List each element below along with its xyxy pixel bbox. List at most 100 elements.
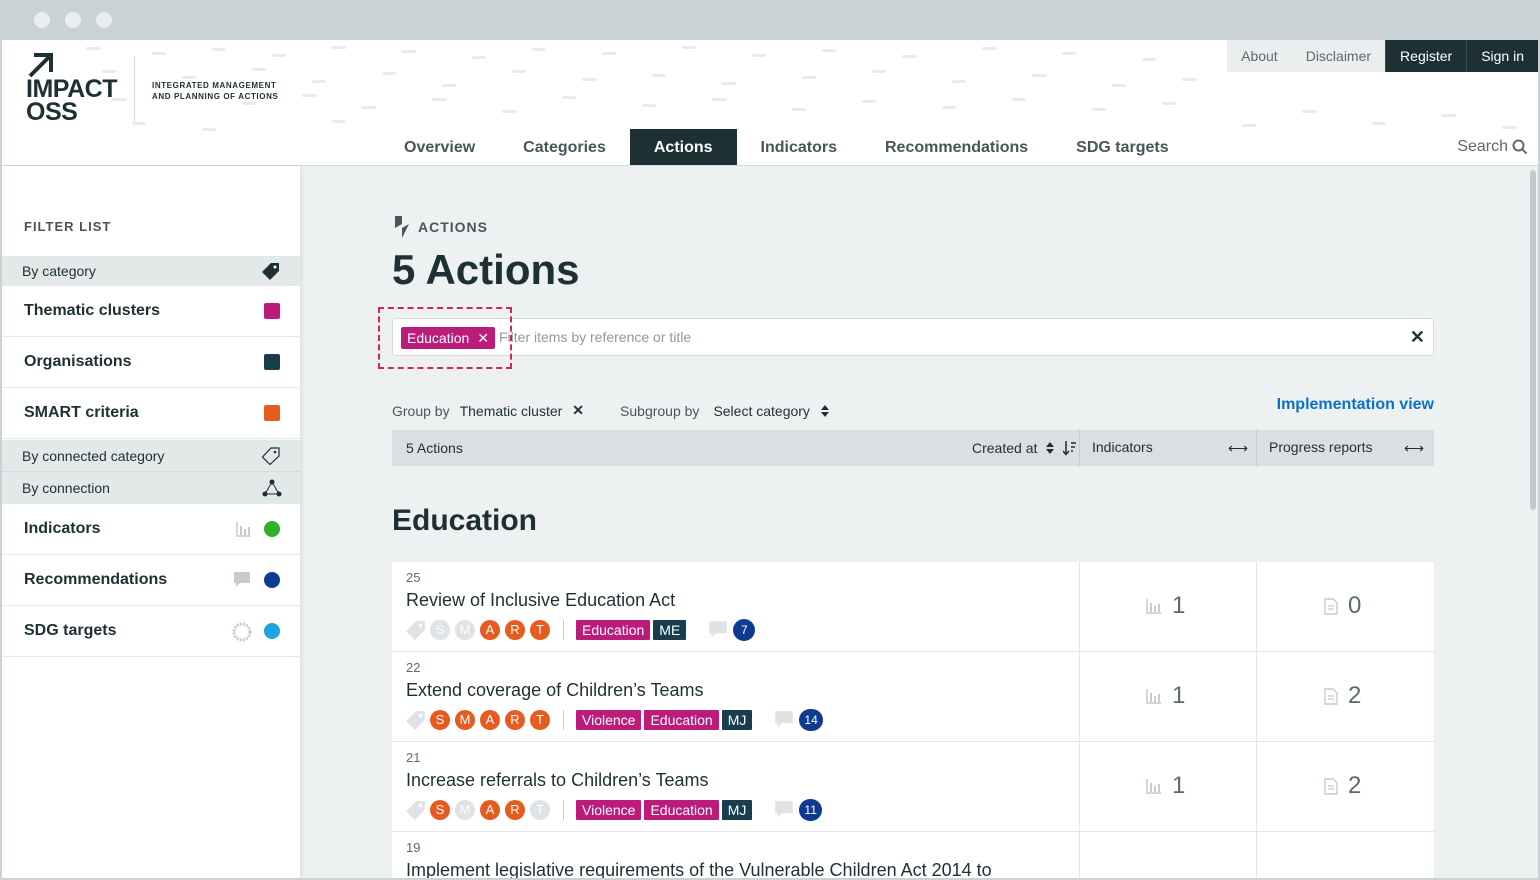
filter-option-indicators[interactable]: Indicators [2,504,300,555]
list-item[interactable]: 25 Review of Inclusive Education Act S M… [392,562,1434,652]
recommendations-count[interactable]: 11 [773,799,822,821]
filter-option-recommendations[interactable]: Recommendations [2,555,300,606]
progress-count: 0 [1348,592,1362,619]
section-label-text: ACTIONS [418,219,488,235]
category-tag[interactable]: Education [576,620,651,640]
recommendations-count[interactable]: 7 [707,619,756,641]
page-scrollbar[interactable] [1530,170,1536,510]
subgroup-select[interactable]: Select category [713,403,810,419]
comment-icon [775,711,794,728]
logo[interactable]: IMPACT OSS [26,77,117,126]
minimize-window-button[interactable] [65,12,81,28]
smart-m-badge[interactable]: M [455,800,475,820]
implementation-view-link[interactable]: Implementation view [1277,396,1434,414]
thematic-color-swatch [264,303,280,319]
indicators-color-dot [264,521,280,537]
indicators-metric[interactable]: 1 [1146,682,1185,710]
organisation-tag[interactable]: MJ [721,800,753,820]
filter-placeholder: Filter items by reference or title [499,329,692,345]
item-title[interactable]: Extend coverage of Children’s Teams [406,680,704,701]
search-button[interactable]: Search [1457,138,1528,156]
item-title[interactable]: Increase referrals to Children’s Teams [406,770,708,791]
list-item[interactable]: 19 Implement legislative requirements of… [392,832,1434,878]
nav-actions[interactable]: Actions [629,129,737,165]
smart-s-badge[interactable]: S [430,710,450,730]
organisation-tag[interactable]: ME [653,620,687,640]
by-connected-category-header[interactable]: By connected category [2,440,300,472]
actions-bolt-icon [395,216,409,238]
page-title: 5 Actions [392,246,580,293]
progress-metric[interactable]: 2 [1324,682,1361,710]
smart-s-badge[interactable]: S [430,800,450,820]
progress-metric[interactable]: 2 [1324,772,1361,800]
smart-t-badge[interactable]: T [530,620,550,640]
remove-grouping-icon[interactable]: ✕ [572,402,584,419]
smart-a-badge[interactable]: A [480,620,500,640]
bar-chart-icon [1146,599,1161,614]
expand-progress-icon[interactable]: ⟷ [1404,440,1424,457]
sort-toggle-icon[interactable] [1045,441,1055,455]
filter-search-field[interactable]: Education ✕ Filter items by reference or… [392,318,1434,356]
smart-r-badge[interactable]: R [505,710,525,730]
list-item[interactable]: 21 Increase referrals to Children’s Team… [392,742,1434,832]
main-navigation: Overview Categories Actions Indicators R… [380,129,1193,165]
option-label: Recommendations [24,571,168,588]
nav-sdg-targets[interactable]: SDG targets [1052,129,1192,165]
indicators-column-header: Indicators [1092,439,1153,455]
smart-r-badge[interactable]: R [505,800,525,820]
smart-a-badge[interactable]: A [480,800,500,820]
item-tags: S M A R T Violence Education MJ 11 [406,799,822,821]
progress-column-header: Progress reports [1269,439,1373,455]
filter-option-thematic-clusters[interactable]: Thematic clusters [2,286,300,337]
indicators-metric[interactable]: 1 [1146,772,1185,800]
close-window-button[interactable] [34,12,50,28]
smart-r-badge[interactable]: R [505,620,525,640]
about-link[interactable]: About [1227,40,1292,72]
recommendations-count[interactable]: 14 [773,709,823,731]
category-tag[interactable]: Violence [576,800,642,820]
nav-recommendations[interactable]: Recommendations [861,129,1052,165]
list-count: 5 Actions [406,440,463,456]
comment-count-badge: 14 [799,709,823,731]
logo-line2: OSS [26,98,78,126]
item-title[interactable]: Review of Inclusive Education Act [406,590,675,611]
group-title: Education [392,504,538,537]
select-arrows-icon[interactable] [820,404,830,418]
comment-icon [709,621,728,638]
sort-order-icon[interactable] [1063,440,1077,456]
item-title[interactable]: Implement legislative requirements of th… [406,860,992,878]
filter-option-organisations[interactable]: Organisations [2,337,300,388]
by-category-header: By category [2,256,300,286]
expand-indicators-icon[interactable]: ⟷ [1228,440,1248,457]
clear-filters-icon[interactable]: ✕ [1410,327,1425,348]
group-by-value[interactable]: Thematic cluster [460,403,563,419]
nav-categories[interactable]: Categories [499,129,630,165]
filter-option-smart-criteria[interactable]: SMART criteria [2,388,300,439]
smart-a-badge[interactable]: A [480,710,500,730]
maximize-window-button[interactable] [96,12,112,28]
disclaimer-link[interactable]: Disclaimer [1291,40,1386,72]
smart-t-badge[interactable]: T [530,710,550,730]
organisation-tag[interactable]: MJ [721,710,753,730]
comment-count-badge: 11 [799,799,822,821]
smart-m-badge[interactable]: M [455,710,475,730]
list-item[interactable]: 22 Extend coverage of Children’s Teams S… [392,652,1434,742]
progress-metric[interactable]: 0 [1324,592,1361,620]
register-button[interactable]: Register [1385,40,1467,72]
item-reference: 21 [406,750,421,765]
smart-t-badge[interactable]: T [530,800,550,820]
smart-m-badge[interactable]: M [455,620,475,640]
nav-overview[interactable]: Overview [380,129,499,165]
indicators-metric[interactable]: 1 [1146,592,1185,620]
category-tag[interactable]: Education [644,800,719,820]
sign-in-button[interactable]: Sign in [1466,40,1538,72]
site-claim: INTEGRATED MANAGEMENT AND PLANNING OF AC… [152,80,278,102]
sort-control[interactable]: Created at [972,440,1077,456]
category-tag[interactable]: Education [644,710,719,730]
bar-chart-icon [1146,689,1161,704]
filter-option-sdg-targets[interactable]: SDG targets [2,606,300,657]
smart-s-badge[interactable]: S [430,620,450,640]
category-tag[interactable]: Violence [576,710,642,730]
bar-chart-icon [1146,779,1161,794]
nav-indicators[interactable]: Indicators [737,129,861,165]
